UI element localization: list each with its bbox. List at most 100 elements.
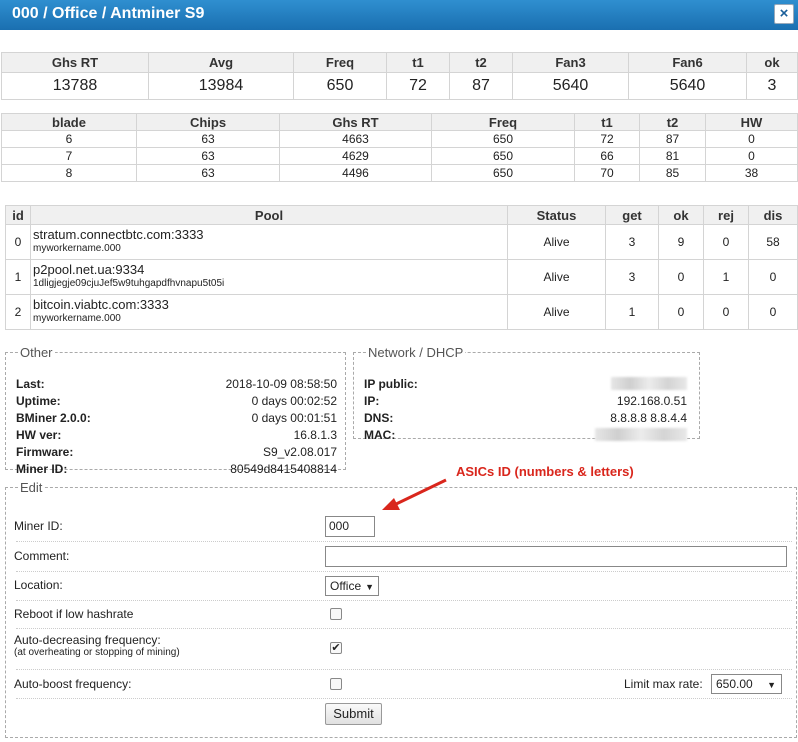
pool-get: 1 <box>605 294 659 330</box>
pool-worker: myworkername.000 <box>33 243 121 254</box>
row-divider <box>16 600 792 601</box>
pool-status: Alive <box>507 224 606 260</box>
other-value: 2018-10-09 08:58:50 <box>225 377 337 391</box>
location-value: Office <box>330 579 362 593</box>
row-divider <box>16 541 792 542</box>
other-row-minerid: Miner ID: 80549d8415408814 <box>16 462 337 479</box>
blade-cell: 8 <box>1 164 137 182</box>
pools-header: Pool <box>30 205 508 225</box>
pool-rej: 1 <box>703 259 749 295</box>
comment-input[interactable] <box>325 546 787 567</box>
limit-rate-select[interactable]: 650.00 ▼ <box>711 674 782 694</box>
summary-header: Avg <box>148 52 294 73</box>
blade-cell: 6 <box>1 130 137 148</box>
other-panel: Other Last: 2018-10-09 08:58:50 Uptime: 0 … <box>5 345 346 476</box>
pools-header: rej <box>703 205 749 225</box>
annotation-label: ASICs ID (numbers & letters) <box>456 464 634 479</box>
network-row-dns: DNS: 8.8.8.8 8.8.4.4 <box>364 411 687 428</box>
other-label: Miner ID: <box>16 462 68 476</box>
blades-header: Ghs RT <box>279 113 432 131</box>
pool-rej: 0 <box>703 224 749 260</box>
summary-table: Ghs RT Avg Freq t1 t2 Fan3 Fan6 ok 13788… <box>1 52 798 100</box>
summary-value: 87 <box>449 72 513 100</box>
blades-table: blade Chips Ghs RT Freq t1 t2 HW 6 63 46… <box>1 113 798 182</box>
blades-header: t1 <box>574 113 640 131</box>
network-panel: Network / DHCP IP public: IP: 192.168.0.5… <box>353 345 700 442</box>
other-label: HW ver: <box>16 428 62 442</box>
summary-value: 3 <box>746 72 798 100</box>
pools-header: ok <box>658 205 704 225</box>
pool-host: p2pool.net.ua:9334 <box>33 262 145 277</box>
pool-id: 2 <box>5 294 31 330</box>
annotation-arrow-icon <box>382 478 447 510</box>
network-row-ippublic: IP public: <box>364 377 687 394</box>
other-label: BMiner 2.0.0: <box>16 411 91 425</box>
blade-cell: 66 <box>574 147 640 165</box>
blade-cell: 63 <box>136 147 280 165</box>
location-select[interactable]: Office ▼ <box>325 576 380 596</box>
pool-status: Alive <box>507 259 606 295</box>
network-row-mac: MAC: <box>364 428 687 445</box>
summary-header: ok <box>746 52 798 73</box>
blades-header: HW <box>705 113 798 131</box>
reboot-checkbox[interactable] <box>330 608 342 620</box>
other-value: 0 days 00:02:52 <box>251 394 337 408</box>
other-value: S9_v2.08.017 <box>262 445 337 459</box>
pool-get: 3 <box>605 259 659 295</box>
blade-cell: 63 <box>136 164 280 182</box>
edit-legend: Edit <box>20 480 43 495</box>
pool-row: 1 p2pool.net.ua:9334 1dligjegje09cjuJef5… <box>5 259 798 295</box>
checkmark-icon: ✔ <box>331 642 341 654</box>
summary-header: t1 <box>386 52 450 73</box>
miner-id-input[interactable]: 000 <box>325 516 375 537</box>
blade-row: 6 63 4663 650 72 87 0 <box>1 130 798 148</box>
blade-cell: 85 <box>639 164 706 182</box>
pool-id: 1 <box>5 259 31 295</box>
row-divider <box>16 571 792 572</box>
reboot-label: Reboot if low hashrate <box>14 607 134 621</box>
autodec-checkbox[interactable]: ✔ <box>330 642 342 654</box>
pools-header: Status <box>507 205 606 225</box>
pools-header: get <box>605 205 659 225</box>
blade-cell: 7 <box>1 147 137 165</box>
network-label: IP: <box>364 394 380 408</box>
pools-table: id Pool Status get ok rej dis 0 stratum.… <box>5 205 798 330</box>
other-row-last: Last: 2018-10-09 08:58:50 <box>16 377 337 394</box>
pools-header: dis <box>748 205 798 225</box>
summary-header: Fan6 <box>628 52 747 73</box>
blade-cell: 72 <box>574 130 640 148</box>
blade-cell: 81 <box>639 147 706 165</box>
other-row-uptime: Uptime: 0 days 00:02:52 <box>16 394 337 411</box>
submit-button[interactable]: Submit <box>325 703 382 725</box>
other-value: 0 days 00:01:51 <box>251 411 337 425</box>
network-row-ip: IP: 192.168.0.51 <box>364 394 687 411</box>
pool-id: 0 <box>5 224 31 260</box>
network-label: IP public: <box>364 377 418 391</box>
autodec-label-text: Auto-decreasing frequency: <box>14 633 161 647</box>
blade-cell: 63 <box>136 130 280 148</box>
summary-value: 72 <box>386 72 450 100</box>
pool-status: Alive <box>507 294 606 330</box>
blades-header: blade <box>1 113 137 131</box>
blade-cell: 0 <box>705 130 798 148</box>
autoboost-checkbox[interactable] <box>330 678 342 690</box>
limit-rate-label: Limit max rate: <box>624 677 703 691</box>
comment-label: Comment: <box>14 549 70 563</box>
pool-worker: 1dligjegje09cjuJef5w9tuhgapdfhvnapu5t05i <box>33 278 225 289</box>
blade-cell: 650 <box>431 130 575 148</box>
pools-header: id <box>5 205 31 225</box>
pool-host: stratum.connectbtc.com:3333 <box>33 227 204 242</box>
blade-cell: 38 <box>705 164 798 182</box>
blades-header: Freq <box>431 113 575 131</box>
pool-cell: bitcoin.viabtc.com:3333 myworkername.000 <box>30 294 508 330</box>
row-divider <box>16 698 792 699</box>
blade-cell: 4629 <box>279 147 432 165</box>
edit-panel: Edit Miner ID: 000 Comment: Location: Of… <box>5 480 797 738</box>
close-icon[interactable]: × <box>774 4 794 24</box>
pool-row: 2 bitcoin.viabtc.com:3333 myworkername.0… <box>5 294 798 330</box>
blade-row: 7 63 4629 650 66 81 0 <box>1 147 798 165</box>
window-title: 000 / Office / Antminer S9 <box>12 5 205 22</box>
blades-header: Chips <box>136 113 280 131</box>
summary-header: Fan3 <box>512 52 629 73</box>
other-value: 80549d8415408814 <box>230 462 337 476</box>
